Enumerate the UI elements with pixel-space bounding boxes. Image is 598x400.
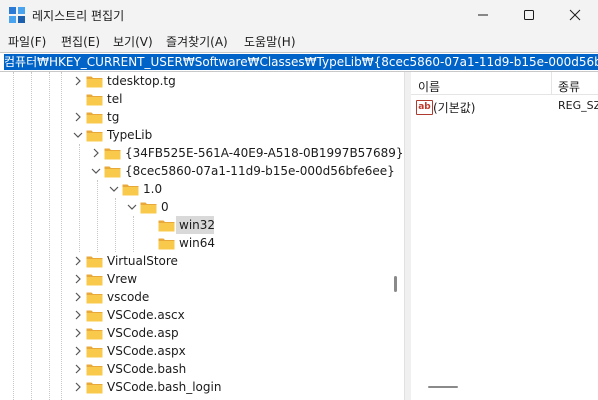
tree-node-label: 0 bbox=[161, 200, 169, 214]
tree-node-label: win64 bbox=[179, 236, 216, 250]
tree-node[interactable]: 0 bbox=[0, 198, 390, 216]
tree-node[interactable]: tdesktop.tg bbox=[0, 72, 390, 90]
tree-node-label: Vrew bbox=[107, 272, 138, 286]
folder-icon bbox=[86, 256, 103, 268]
tree-node-label: {8cec5860-07a1-11d9-b15e-000d56bfe6ee} bbox=[125, 164, 395, 178]
folder-icon bbox=[86, 346, 103, 358]
tree-node[interactable]: VSCode.aspx bbox=[0, 342, 390, 360]
tree-node-label: 1.0 bbox=[143, 182, 163, 196]
window-title: 레지스트리 편집기 bbox=[32, 9, 125, 23]
chevron-down-icon[interactable] bbox=[109, 184, 119, 194]
chevron-right-icon[interactable] bbox=[73, 274, 83, 284]
tree-node[interactable]: VSCode.bash_login bbox=[0, 378, 390, 396]
folder-icon bbox=[104, 148, 121, 160]
tree-node-label: VirtualStore bbox=[107, 254, 178, 268]
folder-icon bbox=[86, 130, 103, 142]
title-bar[interactable]: 레지스트리 편집기 bbox=[0, 0, 598, 30]
tree-node[interactable]: win32 bbox=[0, 216, 390, 234]
value-type: REG_SZ bbox=[558, 99, 598, 112]
folder-icon bbox=[86, 76, 103, 88]
folder-icon bbox=[86, 112, 103, 124]
minimize-icon bbox=[478, 14, 488, 16]
tree-node-label: vscode bbox=[107, 290, 150, 304]
key-tree-pane[interactable]: tdesktop.tg tel tg TypeLib {34FB525E-561A-40… bbox=[0, 72, 404, 400]
folder-icon bbox=[122, 184, 139, 196]
tree-node-label: tel bbox=[107, 92, 123, 106]
string-value-icon: ab bbox=[416, 100, 433, 115]
tree-node[interactable]: VSCode.ascx bbox=[0, 306, 390, 324]
list-hscrollbar-thumb[interactable] bbox=[428, 386, 458, 388]
tree-node[interactable]: Vrew bbox=[0, 270, 390, 288]
chevron-right-icon[interactable] bbox=[73, 256, 83, 266]
chevron-down-icon[interactable] bbox=[73, 130, 83, 140]
chevron-right-icon[interactable] bbox=[73, 364, 83, 374]
menu-help[interactable]: 도움말(H) bbox=[244, 33, 296, 50]
menu-view[interactable]: 보기(V) bbox=[113, 33, 153, 50]
address-path[interactable]: 컴퓨터₩HKEY_CURRENT_USER₩Software₩Classes₩T… bbox=[4, 54, 598, 70]
tree-node-label: VSCode.aspx bbox=[107, 344, 186, 358]
tree-node-label: win32 bbox=[179, 218, 216, 232]
tree-node-label: {34FB525E-561A-40E9-A518-0B1997B57689} bbox=[125, 146, 404, 160]
chevron-right-icon[interactable] bbox=[91, 148, 101, 158]
menu-file[interactable]: 파일(F) bbox=[8, 33, 46, 50]
folder-icon bbox=[104, 166, 121, 178]
menu-favorites[interactable]: 즐겨찾기(A) bbox=[166, 33, 228, 50]
folder-icon bbox=[86, 328, 103, 340]
folder-icon bbox=[158, 238, 175, 250]
tree-node-label: TypeLib bbox=[107, 128, 153, 142]
tree-node[interactable]: TypeLib bbox=[0, 126, 390, 144]
folder-icon bbox=[158, 220, 175, 232]
tree-node-label: VSCode.bash_login bbox=[107, 380, 222, 394]
tree-node[interactable]: {34FB525E-561A-40E9-A518-0B1997B57689} bbox=[0, 144, 403, 162]
column-header-type[interactable]: 종류 bbox=[558, 78, 580, 95]
header-divider bbox=[411, 94, 598, 95]
chevron-right-icon[interactable] bbox=[73, 382, 83, 392]
tree-node-label: tdesktop.tg bbox=[107, 74, 176, 88]
folder-icon bbox=[86, 274, 103, 286]
maximize-icon bbox=[524, 10, 534, 20]
tree-scrollbar-thumb[interactable] bbox=[394, 276, 397, 292]
tree-node[interactable]: VSCode.asp bbox=[0, 324, 390, 342]
folder-icon bbox=[140, 202, 157, 214]
chevron-right-icon[interactable] bbox=[73, 346, 83, 356]
chevron-right-icon[interactable] bbox=[73, 328, 83, 338]
menu-bar: 파일(F) 편집(E) 보기(V) 즐겨찾기(A) 도움말(H) bbox=[0, 30, 598, 52]
chevron-right-icon[interactable] bbox=[73, 76, 83, 86]
folder-icon bbox=[86, 364, 103, 376]
address-bar[interactable]: 컴퓨터₩HKEY_CURRENT_USER₩Software₩Classes₩T… bbox=[0, 52, 598, 72]
tree-node[interactable]: win64 bbox=[0, 234, 390, 252]
tree-node-label: tg bbox=[107, 110, 120, 124]
column-header-name[interactable]: 이름 bbox=[418, 78, 440, 95]
tree-node-label: VSCode.asp bbox=[107, 326, 179, 340]
tree-node[interactable]: VirtualStore bbox=[0, 252, 390, 270]
tree-node-label: VSCode.bash bbox=[107, 362, 187, 376]
maximize-button[interactable] bbox=[506, 0, 552, 30]
tree-node[interactable]: vscode bbox=[0, 288, 390, 306]
chevron-down-icon[interactable] bbox=[127, 202, 137, 212]
close-button[interactable] bbox=[552, 0, 598, 30]
tree-node[interactable]: VSCode.bash bbox=[0, 360, 390, 378]
folder-icon bbox=[86, 292, 103, 304]
folder-icon bbox=[86, 310, 103, 322]
folder-icon bbox=[86, 94, 103, 106]
values-list-pane[interactable]: 이름 종류 ab (기본값) REG_SZ bbox=[411, 72, 598, 400]
folder-icon bbox=[86, 382, 103, 394]
column-divider[interactable] bbox=[551, 72, 552, 94]
chevron-right-icon[interactable] bbox=[73, 310, 83, 320]
close-icon bbox=[569, 9, 581, 21]
registry-editor-icon bbox=[9, 7, 25, 23]
chevron-down-icon[interactable] bbox=[91, 166, 101, 176]
tree-node[interactable]: tg bbox=[0, 108, 390, 126]
chevron-right-icon[interactable] bbox=[73, 292, 83, 302]
value-name: (기본값) bbox=[433, 101, 476, 115]
tree-node[interactable]: 1.0 bbox=[0, 180, 390, 198]
tree-node[interactable]: {8cec5860-07a1-11d9-b15e-000d56bfe6ee} bbox=[0, 162, 395, 180]
tree-node-label: VSCode.ascx bbox=[107, 308, 185, 322]
tree-node[interactable]: tel bbox=[0, 90, 390, 108]
minimize-button[interactable] bbox=[460, 0, 506, 30]
menu-edit[interactable]: 편집(E) bbox=[61, 33, 100, 50]
chevron-right-icon[interactable] bbox=[73, 112, 83, 122]
